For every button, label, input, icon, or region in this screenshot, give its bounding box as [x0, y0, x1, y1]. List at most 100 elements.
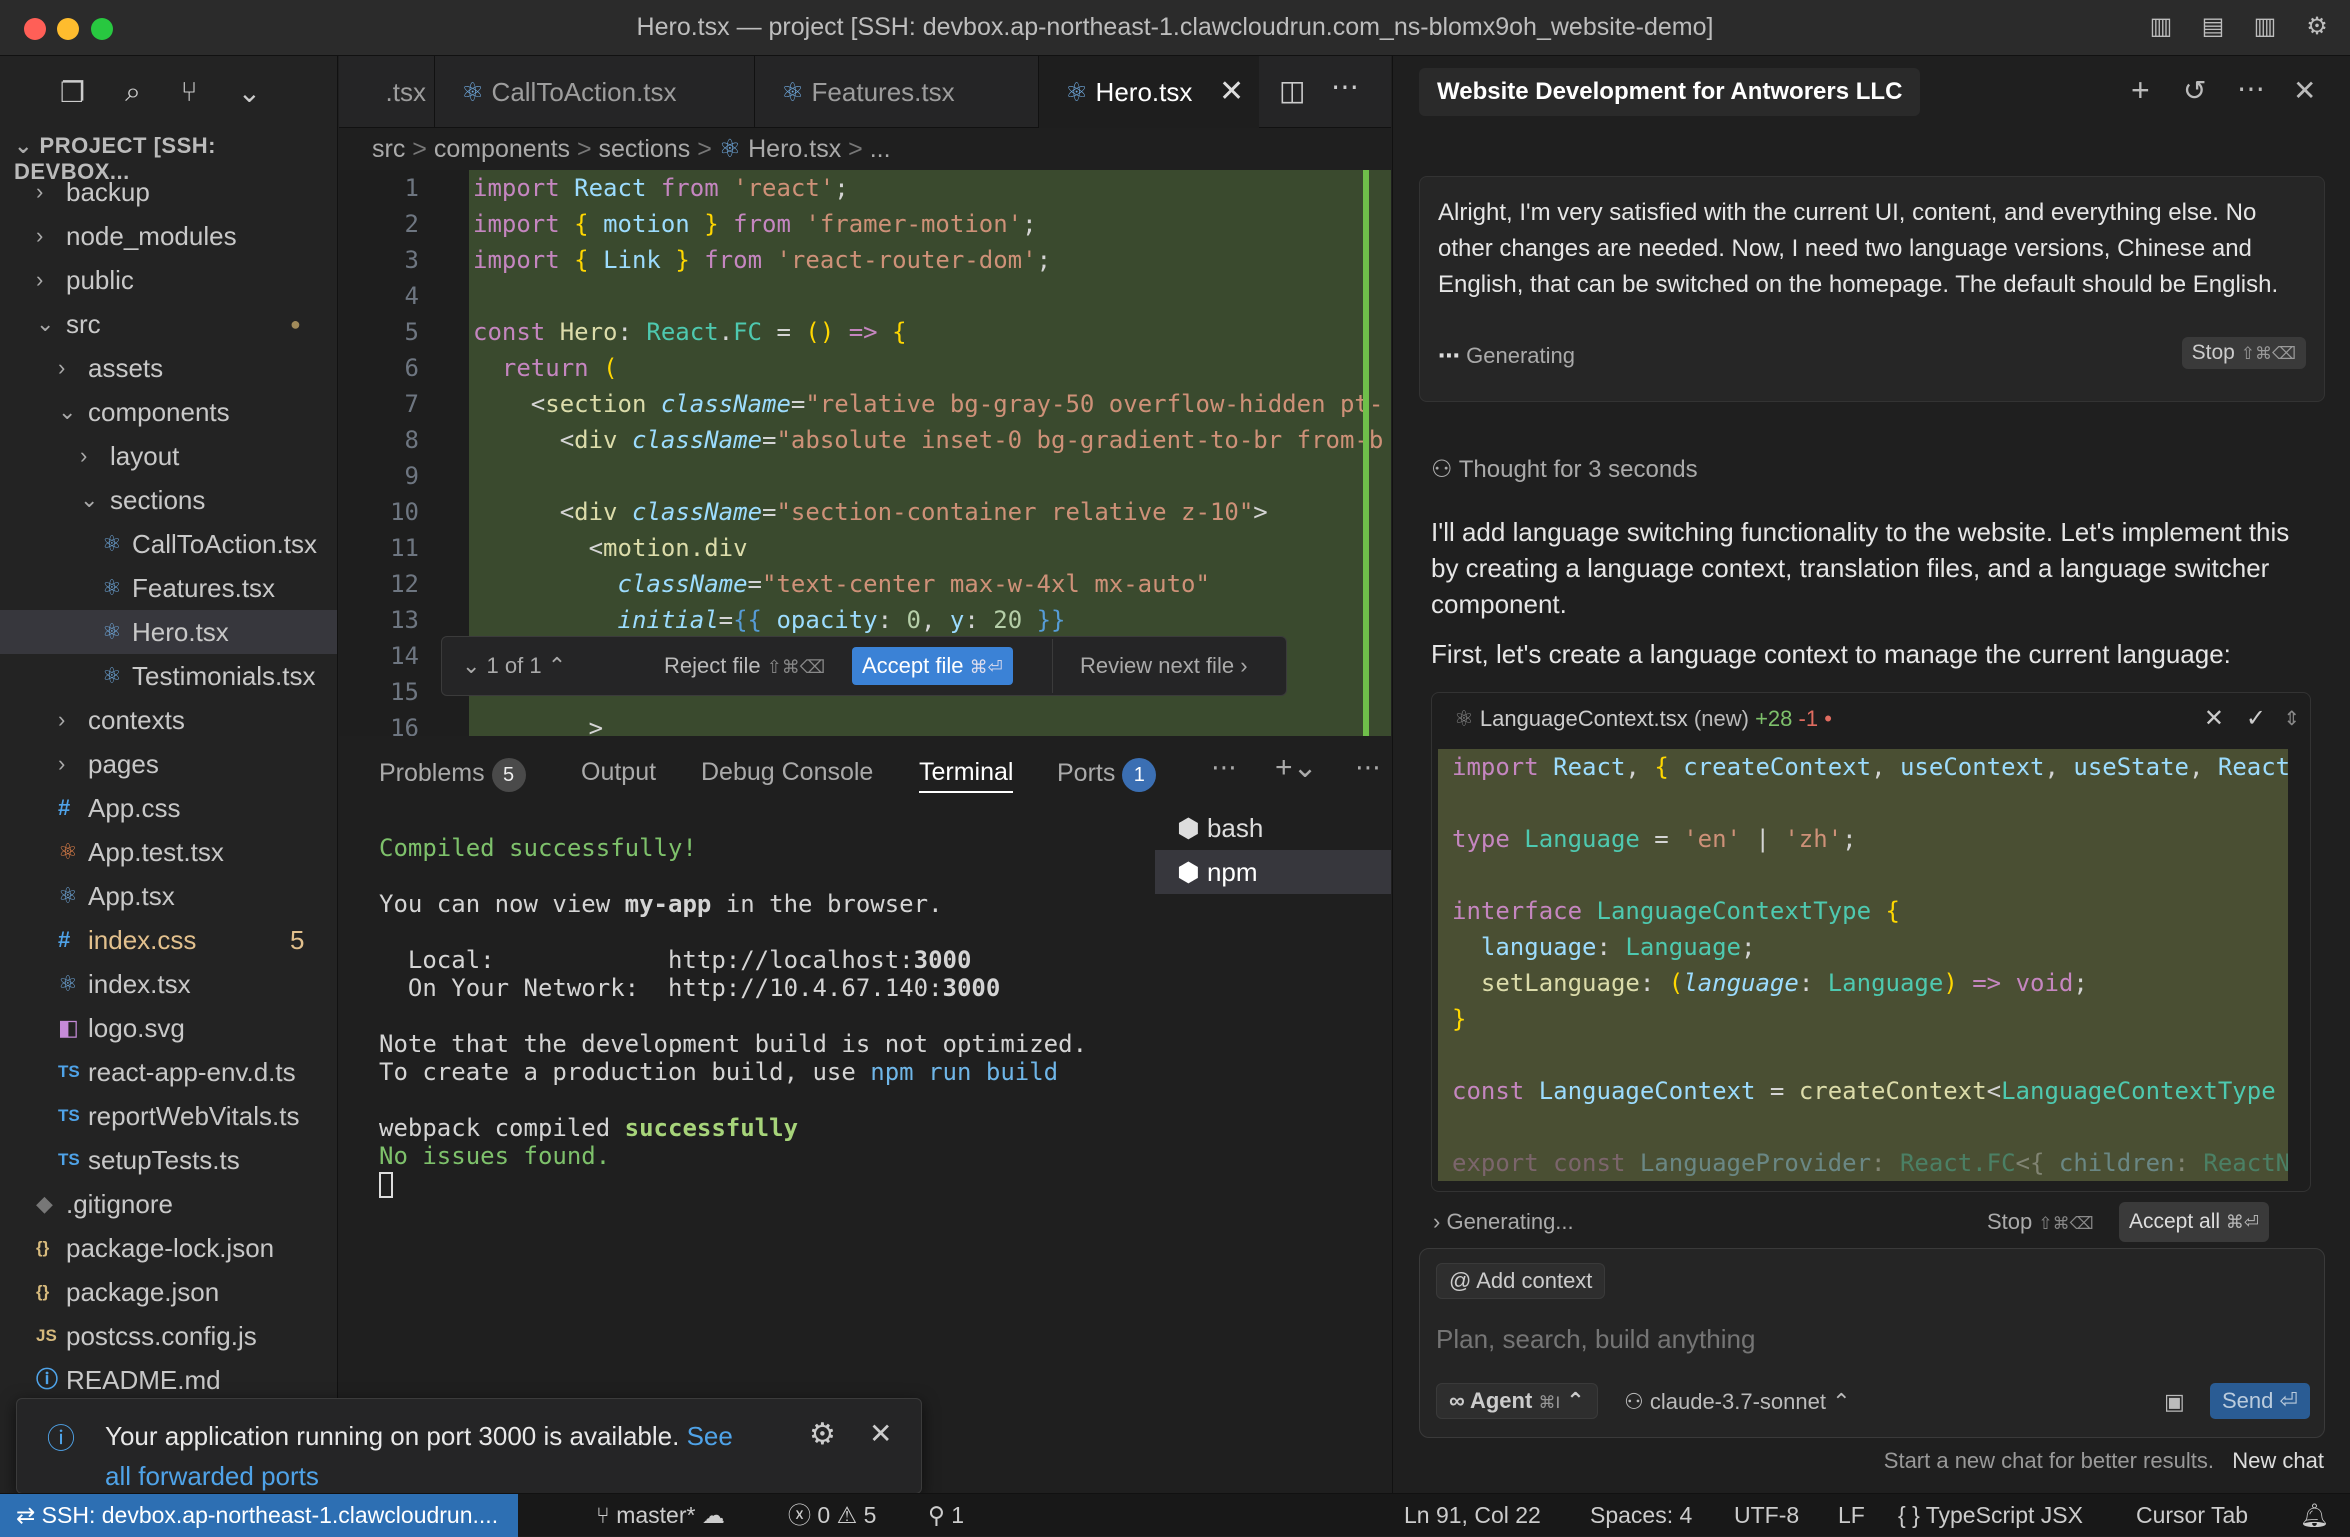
tree-item-index-css[interactable]: # index.css 5: [0, 918, 337, 962]
agent-mode-selector[interactable]: ∞ Agent ⌘I ⌃: [1436, 1383, 1598, 1419]
cursor-position[interactable]: Ln 91, Col 22: [1404, 1494, 1541, 1537]
terminal-output[interactable]: Compiled successfully! You can now view …: [379, 806, 1087, 1226]
user-message[interactable]: Alright, I'm very satisfied with the cur…: [1419, 176, 2325, 402]
change-counter[interactable]: ⌄ 1 of 1 ⌃: [462, 653, 566, 679]
new-chat-icon[interactable]: +: [2131, 72, 2150, 109]
tree-item-react-app-env-d-ts[interactable]: TS react-app-env.d.ts: [0, 1050, 337, 1094]
tree-item-reportwebvitals-ts[interactable]: TS reportWebVitals.ts: [0, 1094, 337, 1138]
source-control-icon[interactable]: ⑂: [181, 76, 198, 108]
gear-icon[interactable]: ⚙: [809, 1417, 836, 1452]
review-next-file-button[interactable]: Review next file ›: [1080, 653, 1248, 679]
accept-icon[interactable]: ✓: [2246, 693, 2266, 745]
tree-item-features-tsx[interactable]: ⚛ Features.tsx: [0, 566, 337, 610]
tree-item-index-tsx[interactable]: ⚛ index.tsx: [0, 962, 337, 1006]
file-name[interactable]: LanguageContext.tsx: [1480, 706, 1688, 731]
tree-item-app-test-tsx[interactable]: ⚛ App.test.tsx: [0, 830, 337, 874]
tree-item-app-tsx[interactable]: ⚛ App.tsx: [0, 874, 337, 918]
tree-item-pages[interactable]: › pages: [0, 742, 337, 786]
new-terminal-icon[interactable]: +⌄: [1275, 750, 1318, 785]
tree-item-layout[interactable]: › layout: [0, 434, 337, 478]
tree-item-components[interactable]: ⌄ components: [0, 390, 337, 434]
tab-terminal[interactable]: Terminal: [919, 758, 1014, 793]
tree-item-backup[interactable]: › backup: [0, 170, 337, 214]
accept-all-button[interactable]: Accept all ⌘⏎: [2119, 1202, 2269, 1242]
stop-generating-button[interactable]: Stop ⇧⌘⌫: [1987, 1194, 2094, 1252]
tree-item-assets[interactable]: › assets: [0, 346, 337, 390]
toggle-sidebar-icon[interactable]: ▥: [2146, 12, 2176, 42]
generating-toggle[interactable]: › Generating...: [1433, 1194, 1574, 1250]
toggle-secondary-sidebar-icon[interactable]: ▥: [2250, 12, 2280, 42]
tree-item-node-modules[interactable]: › node_modules: [0, 214, 337, 258]
see-link[interactable]: See: [687, 1421, 733, 1451]
problems-indicator[interactable]: ⓧ 0 ⚠ 5: [788, 1494, 876, 1537]
tree-item-readme-md[interactable]: ⓘ README.md: [0, 1358, 337, 1402]
reject-icon[interactable]: ✕: [2204, 693, 2224, 745]
tree-item-hero-tsx[interactable]: ⚛ Hero.tsx: [0, 610, 337, 654]
settings-gear-icon[interactable]: ⚙: [2302, 12, 2332, 42]
new-chat-link[interactable]: New chat: [2232, 1448, 2324, 1473]
tree-item-public[interactable]: › public: [0, 258, 337, 302]
tab-features[interactable]: ⚛ Features.tsx: [755, 56, 1039, 128]
tree-item-src[interactable]: ⌄ src ●: [0, 302, 337, 346]
stop-button[interactable]: Stop ⇧⌘⌫: [2181, 337, 2306, 369]
image-icon[interactable]: ▣: [2164, 1389, 2185, 1415]
reject-file-button[interactable]: Reject file ⇧⌘⌫: [664, 653, 825, 679]
tab-ports[interactable]: Ports 1: [1057, 758, 1157, 792]
tree-item-app-css[interactable]: # App.css: [0, 786, 337, 830]
chat-title[interactable]: Website Development for Antworers LLC: [1419, 68, 1921, 116]
more-icon[interactable]: ⋯: [1211, 752, 1237, 783]
tab-output[interactable]: Output: [581, 758, 656, 787]
thought-indicator[interactable]: ⚇ Thought for 3 seconds: [1431, 452, 2311, 488]
accept-file-button[interactable]: Accept file ⌘⏎: [852, 647, 1013, 685]
notifications-icon[interactable]: 🔔︎: [2300, 1494, 2329, 1537]
breadcrumb-components[interactable]: components: [434, 135, 570, 163]
tree-item-sections[interactable]: ⌄ sections: [0, 478, 337, 522]
cursor-tab[interactable]: Cursor Tab: [2136, 1494, 2248, 1537]
tree-item-testimonials-tsx[interactable]: ⚛ Testimonials.tsx: [0, 654, 337, 698]
forwarded-ports-link[interactable]: all forwarded ports: [105, 1461, 319, 1492]
send-button[interactable]: Send ⏎: [2210, 1383, 2310, 1419]
branch-indicator[interactable]: ⑂ master* ☁: [596, 1494, 725, 1537]
chevron-down-icon[interactable]: ⌄: [238, 76, 261, 109]
tree-item-calltoaction-tsx[interactable]: ⚛ CallToAction.tsx: [0, 522, 337, 566]
search-icon[interactable]: ⌕: [125, 76, 141, 109]
panel-more-icon[interactable]: ⋯: [1355, 752, 1381, 783]
line-ending[interactable]: LF: [1838, 1494, 1865, 1537]
tab-problems[interactable]: Problems 5: [379, 758, 526, 792]
tree-item-package-json[interactable]: {} package.json: [0, 1270, 337, 1314]
add-context-button[interactable]: @ Add context: [1436, 1263, 1606, 1299]
breadcrumb-sections[interactable]: sections: [599, 135, 691, 163]
tab-debug-console[interactable]: Debug Console: [701, 758, 873, 787]
ports-indicator[interactable]: ⚲ 1: [928, 1494, 964, 1537]
more-actions-icon[interactable]: ⋯: [1331, 70, 1359, 103]
tree-item-postcss-config-js[interactable]: JS postcss.config.js: [0, 1314, 337, 1358]
history-icon[interactable]: ↺: [2183, 74, 2206, 107]
expand-icon[interactable]: ⇕: [2283, 693, 2300, 745]
tree-item-package-lock-json[interactable]: {} package-lock.json: [0, 1226, 337, 1270]
code-block-content[interactable]: import React, { createContext, useContex…: [1438, 749, 2288, 1181]
split-editor-icon[interactable]: ◫: [1279, 74, 1305, 107]
tree-item-setuptests-ts[interactable]: TS setupTests.ts: [0, 1138, 337, 1182]
explorer-icon[interactable]: ❐: [60, 76, 85, 109]
remote-indicator[interactable]: ⇄ SSH: devbox.ap-northeast-1.clawcloudru…: [0, 1494, 519, 1537]
indentation[interactable]: Spaces: 4: [1590, 1494, 1692, 1537]
model-selector[interactable]: ⚇ claude-3.7-sonnet ⌃: [1624, 1389, 1851, 1415]
terminal-item-npm[interactable]: ⬢ npm: [1155, 850, 1391, 894]
chat-more-icon[interactable]: ⋯: [2237, 72, 2265, 105]
tab-calltoaction[interactable]: ⚛ CallToAction.tsx: [435, 56, 755, 128]
tree-item-contexts[interactable]: › contexts: [0, 698, 337, 742]
tab-partial[interactable]: .tsx: [339, 56, 435, 128]
close-tab-icon[interactable]: ✕: [1219, 74, 1244, 109]
toggle-panel-icon[interactable]: ▤: [2198, 12, 2228, 42]
close-icon[interactable]: ✕: [869, 1417, 892, 1450]
tree-item-logo-svg[interactable]: ◧ logo.svg: [0, 1006, 337, 1050]
terminal-item-bash[interactable]: ⬢ bash: [1155, 806, 1391, 850]
encoding[interactable]: UTF-8: [1734, 1494, 1799, 1537]
chat-input[interactable]: [1436, 1319, 2296, 1359]
tree-item--gitignore[interactable]: ◆ .gitignore: [0, 1182, 337, 1226]
breadcrumb-file[interactable]: Hero.tsx: [748, 135, 841, 163]
breadcrumb-src[interactable]: src: [372, 135, 405, 163]
breadcrumb-symbol[interactable]: ...: [870, 135, 891, 163]
close-chat-icon[interactable]: ✕: [2293, 74, 2316, 107]
language-mode[interactable]: { } TypeScript JSX: [1898, 1494, 2083, 1537]
